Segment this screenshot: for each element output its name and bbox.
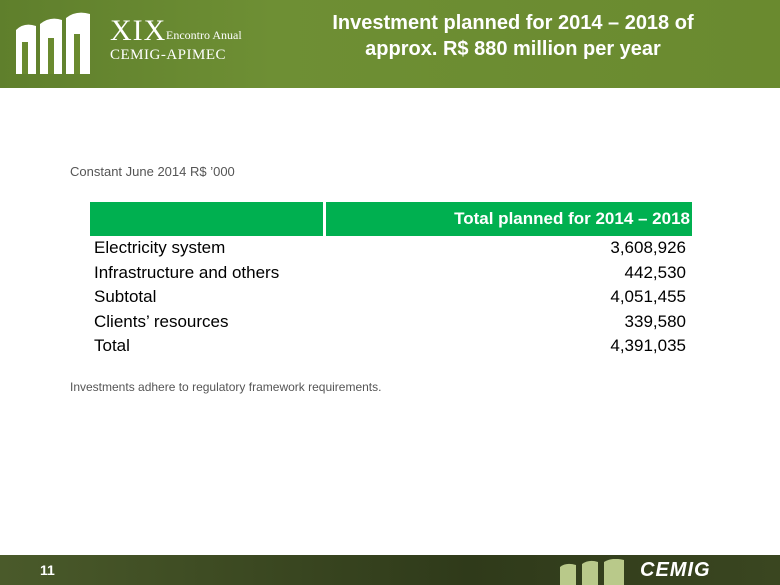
table-row: Electricity system 3,608,926 bbox=[90, 236, 692, 261]
table-row: Clients’ resources 339,580 bbox=[90, 310, 692, 335]
row-label: Clients’ resources bbox=[94, 311, 229, 331]
row-value: 3,608,926 bbox=[610, 238, 686, 257]
cemig-building-icon bbox=[560, 559, 624, 585]
slide-title-line-2: approx. R$ 880 million per year bbox=[365, 38, 661, 60]
row-value: 339,580 bbox=[624, 311, 686, 331]
currency-note: Constant June 2014 R$ ’000 bbox=[70, 164, 235, 179]
row-value: 4,051,455 bbox=[610, 287, 686, 306]
table-header-row: Total planned for 2014 – 2018 bbox=[90, 202, 692, 236]
table-header-title: Total planned for 2014 – 2018 bbox=[326, 202, 692, 236]
slide-title: Investment planned for 2014 – 2018 of ap… bbox=[278, 10, 748, 62]
building-icon bbox=[16, 12, 90, 75]
table-row: Infrastructure and others 442,530 bbox=[90, 261, 692, 286]
cemig-logo: CEMIG bbox=[640, 559, 711, 581]
row-value: 4,391,035 bbox=[610, 336, 686, 355]
header-bar: XIX Encontro Anual CEMIG-APIMEC Investme… bbox=[0, 0, 780, 88]
regulatory-note: Investments adhere to regulatory framewo… bbox=[70, 380, 382, 394]
logo-roman-numeral: XIX bbox=[110, 14, 167, 47]
logo-name: CEMIG-APIMEC bbox=[110, 47, 227, 63]
row-label: Infrastructure and others bbox=[94, 262, 280, 282]
table-row: Total 4,391,035 bbox=[90, 334, 692, 359]
row-label: Subtotal bbox=[94, 287, 157, 306]
footer-bar: 11 CEMIG bbox=[0, 555, 780, 585]
event-logo: XIX Encontro Anual CEMIG-APIMEC bbox=[14, 10, 244, 80]
table-header-blank-cell bbox=[90, 202, 326, 236]
page-number: 11 bbox=[40, 562, 55, 578]
row-value: 442,530 bbox=[624, 262, 686, 282]
slide-title-line-1: Investment planned for 2014 – 2018 of bbox=[332, 12, 694, 34]
row-label: Total bbox=[94, 336, 130, 355]
logo-subtitle: Encontro Anual bbox=[166, 28, 242, 42]
table-row: Subtotal 4,051,455 bbox=[90, 285, 692, 310]
investment-table: Total planned for 2014 – 2018 Electricit… bbox=[90, 202, 692, 359]
row-label: Electricity system bbox=[94, 238, 226, 257]
